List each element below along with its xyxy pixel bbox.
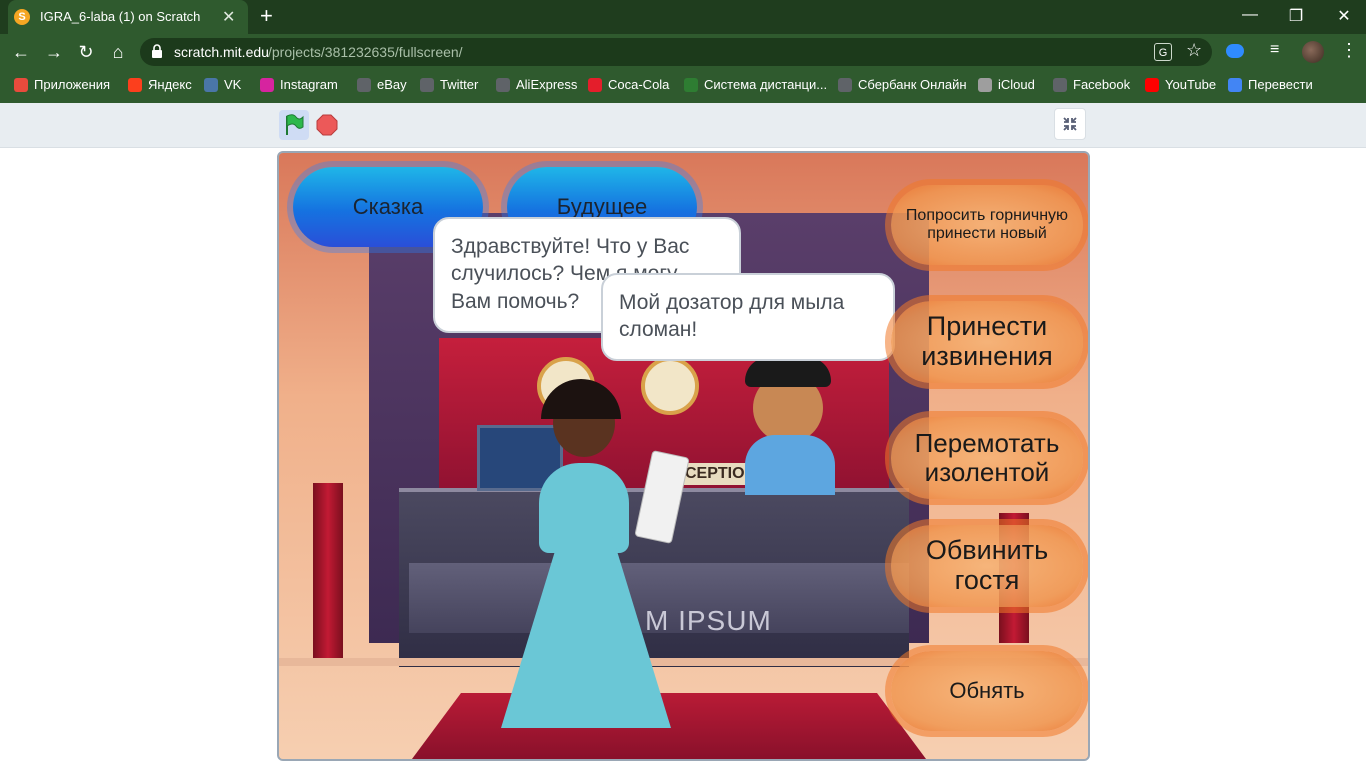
bookmark-label: YouTube bbox=[1165, 77, 1217, 92]
bookmark-item[interactable]: Сбербанк Онлайн bbox=[838, 77, 967, 92]
choice-apologize-label: Принести извинения bbox=[921, 311, 1053, 371]
bookmark-label: Сбербанк Онлайн bbox=[858, 77, 967, 92]
exit-fullscreen-button[interactable] bbox=[1054, 108, 1086, 140]
bookmark-item[interactable]: Twitter bbox=[420, 77, 478, 92]
bookmark-item[interactable]: Система дистанци... bbox=[684, 77, 827, 92]
bookmark-item[interactable]: Instagram bbox=[260, 77, 338, 92]
globe-icon bbox=[420, 77, 434, 92]
guest-speech-text: Мой дозатор для мыла сломан! bbox=[619, 291, 845, 342]
green-flag-button[interactable] bbox=[279, 110, 309, 140]
exit-fullscreen-icon bbox=[1063, 117, 1077, 131]
bookmark-item[interactable]: YouTube bbox=[1145, 77, 1216, 92]
scratch-player-controls bbox=[0, 103, 1366, 148]
choice-ask-maid-label: Попросить горничную принести новый bbox=[905, 207, 1069, 242]
tab-title: IGRA_6-laba (1) on Scratch bbox=[40, 9, 201, 24]
choice-hug[interactable]: Обнять bbox=[891, 651, 1083, 731]
vk-icon bbox=[204, 77, 218, 92]
profile-avatar[interactable] bbox=[1302, 41, 1324, 63]
scratch-stage[interactable]: M IPSUM CEPTION Сказка Будущее Здравству… bbox=[277, 151, 1090, 761]
close-window-button[interactable]: ✕ bbox=[1334, 6, 1354, 26]
wall-clock bbox=[641, 357, 699, 415]
bookmark-label: VK bbox=[224, 77, 242, 92]
choice-hug-label: Обнять bbox=[949, 677, 1025, 703]
guest-speech-bubble: Мой дозатор для мыла сломан! bbox=[601, 273, 895, 361]
moodle-icon bbox=[684, 77, 698, 92]
bookmark-star-icon[interactable]: ☆ bbox=[1186, 40, 1202, 61]
bookmark-item[interactable]: Перевести bbox=[1228, 77, 1313, 92]
url-path[interactable]: /projects/381232635/fullscreen/ bbox=[268, 44, 463, 60]
bookmark-item[interactable]: AliExpress bbox=[496, 77, 577, 92]
receptionist-hair bbox=[745, 357, 831, 387]
home-button[interactable]: ⌂ bbox=[107, 42, 129, 62]
choice-blame-guest-label: Обвинить гостя bbox=[925, 535, 1049, 595]
globe-icon bbox=[357, 77, 371, 92]
bookmark-label: eBay bbox=[377, 77, 407, 92]
choice-blame-guest[interactable]: Обвинить гостя bbox=[891, 525, 1083, 607]
google-translate-icon bbox=[1228, 77, 1242, 92]
url-host[interactable]: scratch.mit.edu bbox=[174, 44, 269, 60]
bookmark-item[interactable]: Coca-Cola bbox=[588, 77, 669, 92]
choice-button-fairytale-label: Сказка bbox=[352, 194, 424, 219]
browser-menu-icon[interactable]: ⋮ bbox=[1340, 40, 1358, 61]
bookmark-label: Facebook bbox=[1073, 77, 1131, 92]
new-tab-button[interactable]: + bbox=[260, 5, 273, 27]
bookmark-label: Яндекс bbox=[148, 77, 192, 92]
bookmark-item[interactable]: iCloud bbox=[978, 77, 1035, 92]
maximize-window-button[interactable]: ❐ bbox=[1286, 6, 1306, 26]
globe-icon bbox=[496, 77, 510, 92]
icloud-extension-icon[interactable] bbox=[1226, 44, 1244, 58]
minimize-window-button[interactable]: — bbox=[1240, 6, 1260, 24]
instagram-icon bbox=[260, 77, 274, 92]
yandex-icon bbox=[128, 77, 142, 92]
globe-icon bbox=[1053, 77, 1067, 92]
reload-button[interactable]: ↻ bbox=[75, 42, 97, 62]
bookmark-item[interactable]: eBay bbox=[357, 77, 407, 92]
choice-apologize[interactable]: Принести извинения bbox=[891, 301, 1083, 383]
apple-icon bbox=[978, 77, 992, 92]
bookmark-item[interactable]: Яндекс bbox=[128, 77, 192, 92]
bookmark-label: Twitter bbox=[440, 77, 479, 92]
forward-button[interactable]: → bbox=[43, 42, 65, 62]
bookmark-label: AliExpress bbox=[516, 77, 578, 92]
tab-close-icon[interactable]: ✕ bbox=[222, 7, 235, 27]
lock-icon[interactable] bbox=[152, 44, 162, 58]
bookmark-label: Coca-Cola bbox=[608, 77, 670, 92]
bookmark-label: Система дистанци... bbox=[704, 77, 828, 92]
red-vase bbox=[313, 483, 343, 663]
choice-tape-label: Перемотать изолентой bbox=[914, 428, 1060, 487]
back-button[interactable]: ← bbox=[10, 42, 32, 62]
receptionist-shirt bbox=[745, 435, 835, 495]
bookmark-label: Instagram bbox=[280, 77, 338, 92]
coca-cola-icon bbox=[588, 77, 602, 92]
green-flag-icon bbox=[286, 114, 304, 135]
bookmark-item[interactable]: Facebook bbox=[1053, 77, 1130, 92]
translate-page-icon[interactable]: G bbox=[1154, 43, 1172, 61]
bookmark-label: Приложения bbox=[34, 77, 111, 92]
bookmark-item[interactable]: Приложения bbox=[14, 77, 110, 92]
globe-icon bbox=[838, 77, 852, 92]
media-controls-icon[interactable]: ≡ bbox=[1270, 41, 1279, 59]
stop-button[interactable] bbox=[316, 114, 338, 136]
bookmark-label: iCloud bbox=[998, 77, 1035, 92]
scratch-favicon-icon: S bbox=[14, 9, 30, 25]
bookmark-label: Перевести bbox=[1248, 77, 1313, 92]
choice-tape[interactable]: Перемотать изолентой bbox=[891, 417, 1083, 499]
choice-ask-maid[interactable]: Попросить горничную принести новый bbox=[891, 185, 1083, 265]
desk-sign: M IPSUM bbox=[645, 605, 772, 636]
apps-grid-icon bbox=[14, 77, 28, 92]
bookmark-item[interactable]: VK bbox=[204, 77, 241, 92]
youtube-icon bbox=[1145, 77, 1159, 92]
